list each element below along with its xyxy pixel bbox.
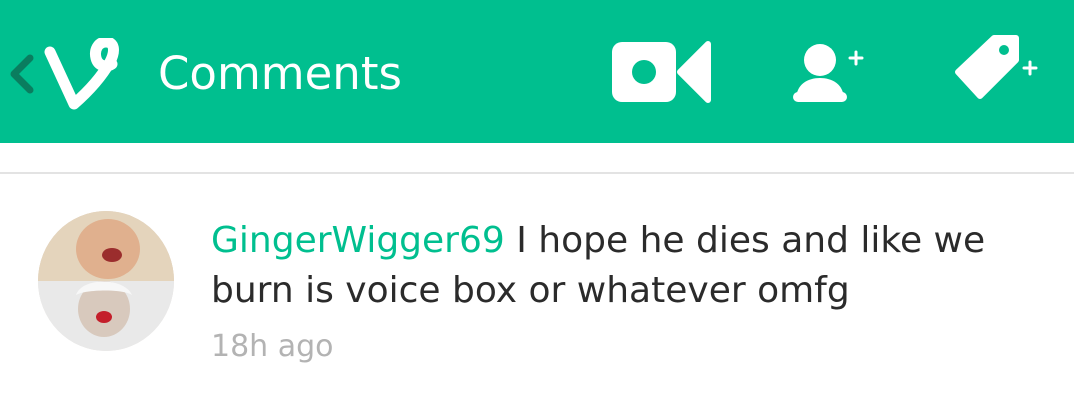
record-video-button[interactable] bbox=[606, 30, 716, 116]
avatar[interactable] bbox=[38, 211, 174, 351]
page-title: Comments bbox=[158, 47, 402, 100]
add-tag-icon bbox=[955, 35, 1038, 99]
add-user-icon bbox=[793, 44, 864, 102]
add-tag-button[interactable] bbox=[950, 30, 1044, 116]
app-header: Comments bbox=[0, 0, 1074, 143]
video-camera-icon bbox=[612, 41, 711, 103]
comment-timestamp: 18h ago bbox=[211, 329, 334, 364]
avatar-image bbox=[38, 211, 174, 351]
add-user-button[interactable] bbox=[790, 30, 870, 116]
comment-username[interactable]: GingerWigger69 bbox=[211, 220, 505, 261]
back-chevron-icon[interactable] bbox=[6, 54, 36, 94]
comment-body: GingerWigger69 I hope he dies and like w… bbox=[211, 216, 1041, 316]
header-divider bbox=[0, 172, 1074, 174]
vine-logo-icon[interactable] bbox=[44, 38, 136, 110]
